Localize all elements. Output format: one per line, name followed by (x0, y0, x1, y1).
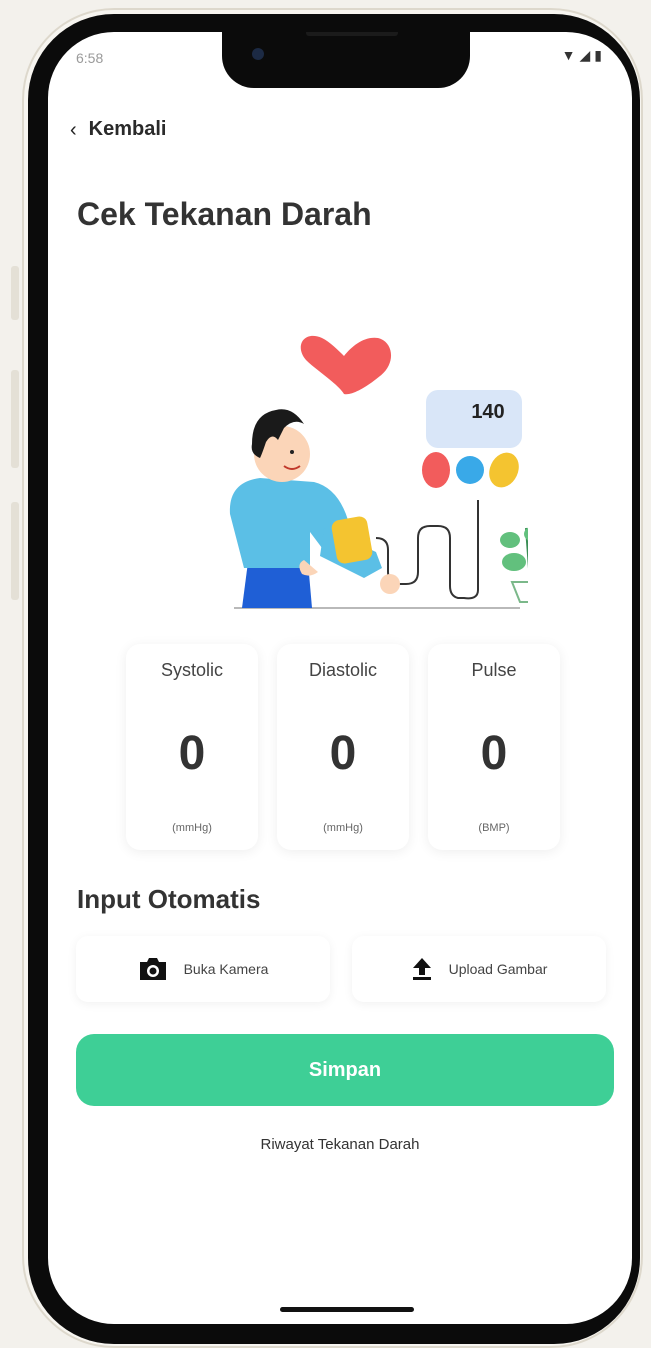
signal-icon: ◢ (579, 47, 591, 63)
home-indicator (280, 1307, 414, 1312)
diastolic-card: Diastolic 0 (mmHg) (277, 644, 409, 850)
person-hand (380, 574, 400, 594)
heart-icon (300, 335, 392, 395)
camera-icon (139, 958, 166, 980)
phone-side-button (11, 502, 19, 600)
upload-image-button[interactable]: Upload Gambar (352, 936, 606, 1002)
plant-pot (510, 581, 528, 603)
monitor-button-yellow (489, 452, 519, 488)
card-label: Systolic (160, 660, 223, 680)
history-link[interactable]: Riwayat Tekanan Darah (48, 1136, 632, 1153)
card-unit: (mmHg) (172, 822, 212, 834)
battery-icon: ▮ (594, 47, 602, 63)
speaker (306, 32, 398, 36)
status-time: 6:58 (76, 50, 104, 66)
app-screen: 6:58 ▼ ◢ ▮ ‹ Kembali Cek Tekanan Darah 1… (48, 32, 632, 1324)
blood-pressure-illustration: 140 (229, 335, 528, 609)
card-value: 0 (480, 727, 508, 780)
systolic-card: Systolic 0 (mmHg) (126, 644, 258, 850)
front-camera (252, 48, 264, 60)
phone-side-button (11, 370, 19, 468)
card-value: 0 (329, 727, 357, 780)
monitor-reading: 140 (471, 401, 504, 423)
readings-cards: Systolic 0 (mmHg) Diastolic 0 (mmHg) Pul… (126, 644, 560, 850)
open-camera-label: Buka Kamera (183, 961, 269, 977)
open-camera-button[interactable]: Buka Kamera (76, 936, 330, 1002)
bp-cuff (331, 516, 373, 564)
plant-leaf (502, 553, 526, 571)
back-label: Kembali (88, 118, 167, 140)
card-value: 0 (178, 727, 206, 780)
card-unit: (mmHg) (323, 822, 363, 834)
monitor-button-red (422, 452, 450, 488)
upload-image-label: Upload Gambar (448, 961, 548, 977)
phone-side-button (11, 266, 19, 320)
upload-icon (412, 958, 431, 980)
pulse-card: Pulse 0 (BMP) (428, 644, 560, 850)
wifi-icon: ▼ (561, 47, 576, 63)
plant-leaf (500, 532, 520, 548)
card-label: Diastolic (308, 660, 378, 680)
notch (222, 32, 470, 88)
status-icons: ▼ ◢ ▮ (562, 48, 602, 62)
monitor-button-blue (456, 456, 484, 484)
person-eye (290, 450, 294, 454)
auto-input-row: Buka Kamera Upload Gambar (76, 936, 606, 1002)
chevron-left-icon: ‹ (70, 118, 77, 141)
card-label: Pulse (471, 660, 517, 680)
auto-input-title: Input Otomatis (77, 884, 261, 914)
page-title: Cek Tekanan Darah (77, 196, 372, 232)
save-button[interactable]: Simpan (76, 1034, 614, 1106)
card-unit: (BMP) (478, 822, 510, 834)
back-button[interactable]: ‹ Kembali (70, 118, 166, 141)
